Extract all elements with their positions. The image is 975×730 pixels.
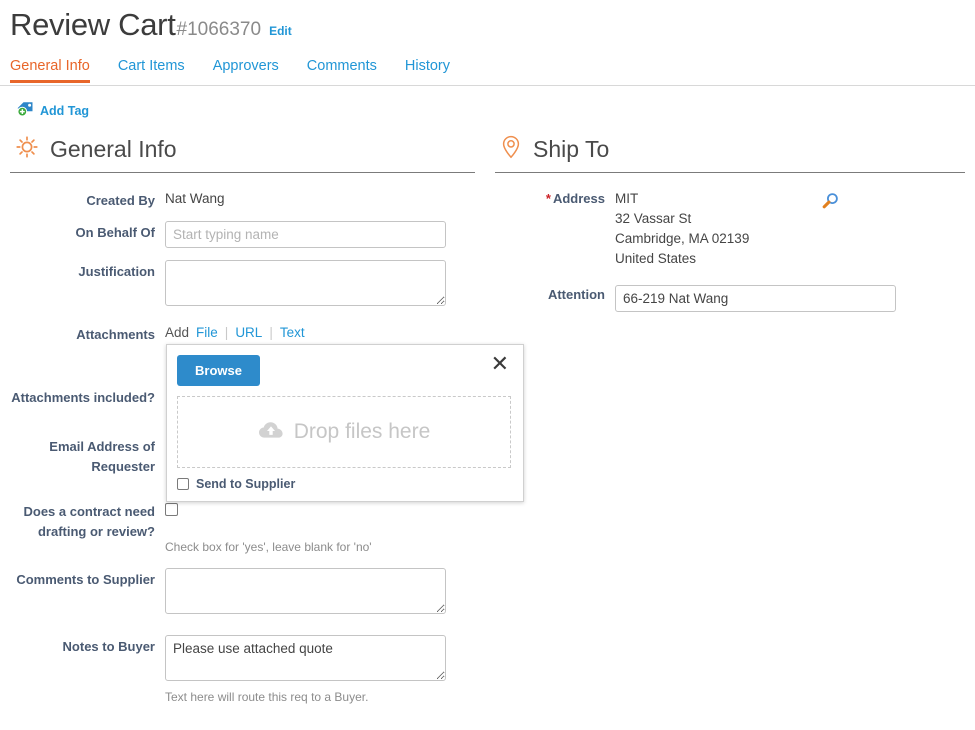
justification-label: Justification (78, 264, 155, 279)
on-behalf-of-input[interactable] (165, 221, 446, 248)
field-attachments: Attachments Add File | URL | Text (10, 323, 490, 343)
contract-needed-checkbox[interactable] (165, 503, 178, 516)
on-behalf-of-label: On Behalf Of (75, 225, 155, 240)
contract-needed-label: Does a contract need drafting or review? (23, 504, 156, 539)
attachment-url-link[interactable]: URL (235, 325, 262, 340)
general-info-title: General Info (50, 136, 177, 162)
attention-input[interactable] (615, 285, 896, 312)
address-line-3: Cambridge, MA 02139 (615, 231, 750, 246)
comments-to-supplier-label: Comments to Supplier (16, 572, 155, 587)
field-created-by: Created By Nat Wang (10, 189, 490, 209)
tab-cart-items[interactable]: Cart Items (118, 58, 199, 82)
address-label: * Address (495, 189, 615, 269)
notes-to-buyer-textarea[interactable] (165, 635, 446, 681)
ship-to-divider (495, 172, 965, 173)
attention-label: Attention (547, 287, 605, 302)
file-dropzone[interactable]: Drop files here (177, 396, 511, 468)
attachments-included-label: Attachments included? (11, 390, 155, 405)
field-justification: Justification (10, 260, 490, 311)
ship-to-title: Ship To (533, 136, 610, 162)
field-on-behalf-of: On Behalf Of (10, 221, 490, 248)
send-to-supplier-label: Send to Supplier (196, 477, 296, 491)
general-info-divider (10, 172, 475, 173)
tab-bar: General Info Cart Items Approvers Commen… (0, 58, 975, 86)
tag-plus-icon (16, 100, 35, 122)
notes-to-buyer-hint: Text here will route this req to a Buyer… (165, 690, 369, 704)
browse-button[interactable]: Browse (177, 355, 260, 386)
address-label-text: Address (552, 191, 605, 206)
address-line-2: 32 Vassar St (615, 211, 692, 226)
created-by-label: Created By (86, 193, 155, 208)
page-header: Review Cart #1066370 Edit (0, 0, 975, 44)
ship-to-form: * Address MIT 32 Vassar St Cambridge, MA … (495, 189, 975, 312)
contract-needed-hint: Check box for 'yes', leave blank for 'no… (165, 540, 372, 554)
edit-link[interactable]: Edit (269, 24, 292, 38)
ship-to-column: Ship To * Address MIT 32 Vassar St Cambri… (490, 134, 975, 716)
attachment-file-link[interactable]: File (196, 325, 218, 340)
attachments-add-text: Add (165, 325, 190, 340)
file-upload-panel: Browse ✕ Drop files here Send to Supplie… (166, 344, 524, 502)
address-line-1: MIT (615, 191, 639, 206)
close-icon[interactable]: ✕ (489, 353, 511, 375)
send-to-supplier-checkbox[interactable] (177, 478, 189, 490)
requisition-id: #1066370 (176, 19, 262, 40)
send-to-supplier-row: Send to Supplier (177, 477, 511, 491)
attachment-text-link[interactable]: Text (280, 325, 305, 340)
tab-history[interactable]: History (405, 58, 464, 82)
created-by-value: Nat Wang (165, 191, 225, 206)
add-tag-label: Add Tag (40, 104, 90, 118)
required-asterisk: * (545, 191, 551, 206)
field-attention: Attention (495, 285, 975, 312)
attachment-links: Add File | URL | Text (165, 323, 490, 340)
field-address: * Address MIT 32 Vassar St Cambridge, MA … (495, 189, 975, 269)
drop-files-text: Drop files here (293, 420, 431, 443)
tab-comments[interactable]: Comments (307, 58, 391, 82)
field-contract-needed: Does a contract need drafting or review?… (10, 499, 490, 554)
field-comments-to-supplier: Comments to Supplier (10, 568, 490, 619)
comments-to-supplier-textarea[interactable] (165, 568, 446, 614)
tab-general-info[interactable]: General Info (10, 58, 104, 83)
address-line-4: United States (615, 251, 697, 266)
upload-panel-header: Browse ✕ (177, 353, 511, 386)
gear-icon (14, 134, 40, 165)
tab-approvers[interactable]: Approvers (213, 58, 293, 82)
ship-to-section-header: Ship To (495, 134, 975, 165)
attachment-separator-2: | (269, 325, 273, 340)
magnifier-icon[interactable] (819, 191, 841, 218)
map-pin-icon (499, 134, 523, 165)
field-notes-to-buyer: Notes to Buyer Text here will route this… (10, 635, 490, 704)
page-title: Review Cart (10, 7, 176, 42)
cloud-upload-icon (258, 420, 284, 445)
address-value: MIT 32 Vassar St Cambridge, MA 02139 Uni… (615, 189, 749, 269)
add-tag-button[interactable]: Add Tag (0, 86, 105, 122)
justification-textarea[interactable] (165, 260, 446, 306)
notes-to-buyer-label: Notes to Buyer (62, 639, 155, 654)
attachments-label: Attachments (76, 327, 155, 342)
attachment-separator-1: | (224, 325, 229, 340)
general-info-section-header: General Info (10, 134, 490, 165)
email-address-of-requester-label: Email Address of Requester (49, 439, 155, 474)
